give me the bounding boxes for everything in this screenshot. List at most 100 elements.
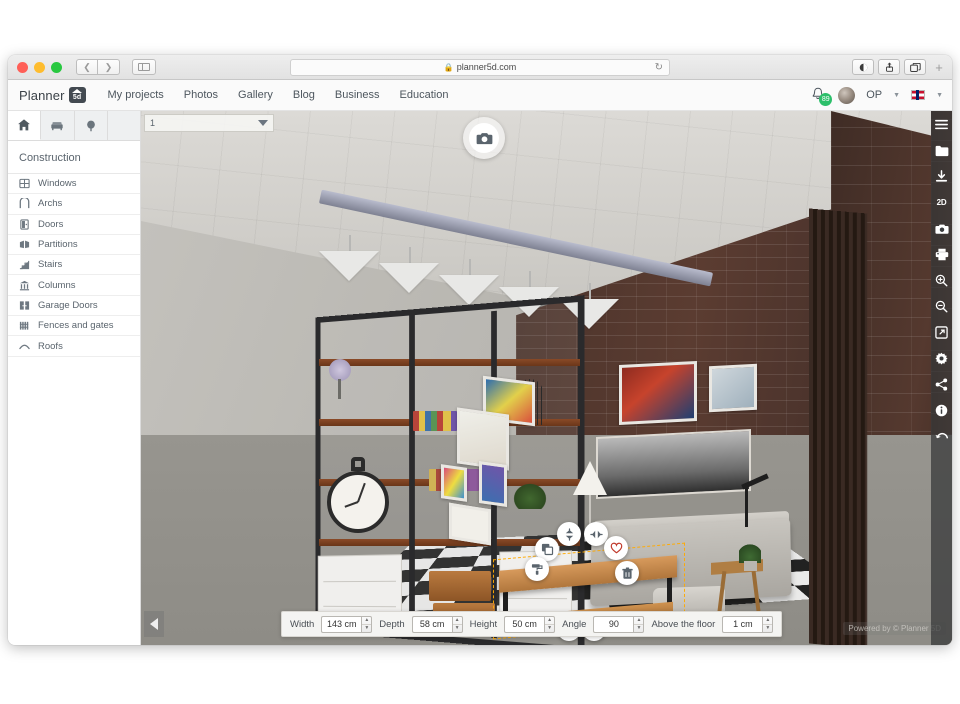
category-archs[interactable]: Archs [8, 194, 140, 214]
tab-outdoor[interactable] [75, 111, 108, 140]
share-icon [885, 62, 894, 72]
nav-item-blog[interactable]: Blog [293, 89, 315, 101]
camera-snapshot-button[interactable] [463, 117, 505, 159]
category-windows[interactable]: Windows [8, 174, 140, 194]
above-floor-stepper[interactable]: ▲▼ [722, 616, 773, 633]
angle-increment[interactable]: ▲ [634, 617, 643, 625]
toolbar-settings-button[interactable] [932, 349, 951, 368]
address-bar[interactable]: 🔒 planner5d.com ↻ [290, 59, 670, 76]
nav-item-education[interactable]: Education [400, 89, 449, 101]
nav-item-business[interactable]: Business [335, 89, 380, 101]
width-decrement[interactable]: ▼ [362, 625, 371, 632]
object-tool-flip-vertical[interactable] [557, 522, 581, 546]
width-stepper[interactable]: ▲▼ [321, 616, 372, 633]
depth-input[interactable] [412, 616, 452, 633]
width-input[interactable] [321, 616, 361, 633]
toolbar-zoom-out-button[interactable] [932, 297, 951, 316]
uk-flag-icon[interactable] [911, 90, 925, 100]
nav-item-my-projects[interactable]: My projects [108, 89, 164, 101]
triangle-down-icon [258, 120, 268, 126]
category-roofs[interactable]: Roofs [8, 336, 140, 356]
maximize-window-button[interactable] [51, 62, 62, 73]
logo-house-icon: 5d [69, 87, 86, 103]
nav-item-gallery[interactable]: Gallery [238, 89, 273, 101]
toolbar-print-button[interactable] [932, 245, 951, 264]
depth-increment[interactable]: ▲ [453, 617, 462, 625]
notifications-button[interactable]: 89 [811, 87, 827, 103]
close-window-button[interactable] [17, 62, 28, 73]
object-tool-delete[interactable] [615, 561, 639, 585]
toolbar-zoom-in-button[interactable] [932, 271, 951, 290]
depth-stepper[interactable]: ▲▼ [412, 616, 463, 633]
toolbar-2d-view-button[interactable]: 2D [932, 193, 951, 212]
floor-selector[interactable]: 1 [144, 114, 274, 132]
browser-window: ❮ ❯ 🔒 planner5d.com ↻ + Planner 5d My pr… [8, 55, 952, 645]
nav-item-photos[interactable]: Photos [184, 89, 218, 101]
toolbar-info-button[interactable] [932, 401, 951, 420]
minimize-window-button[interactable] [34, 62, 45, 73]
toolbar-menu-button[interactable] [932, 115, 951, 134]
new-tab-button[interactable]: + [930, 60, 948, 75]
notification-count-badge: 89 [819, 93, 832, 106]
above-floor-spinner-arrows[interactable]: ▲ ▼ [762, 616, 773, 633]
left-panel-tabs [8, 111, 140, 141]
height-input[interactable] [504, 616, 544, 633]
angle-decrement[interactable]: ▼ [634, 625, 643, 632]
left-panel: Construction Windows Archs Doors Partiti… [8, 111, 141, 645]
collapse-panel-button[interactable] [144, 611, 164, 637]
toolbar-download-button[interactable] [932, 167, 951, 186]
user-menu-chevron-down-icon[interactable]: ▼ [893, 92, 900, 99]
object-tool-paint[interactable] [525, 557, 549, 581]
reload-icon[interactable]: ↻ [655, 62, 663, 73]
height-spinner-arrows[interactable]: ▲ ▼ [544, 616, 555, 633]
reader-view-button[interactable] [852, 59, 874, 75]
right-vertical-toolbar: 2D [931, 111, 952, 645]
user-avatar[interactable] [838, 87, 855, 104]
window-icon [19, 178, 30, 189]
category-label: Garage Doors [38, 300, 98, 311]
show-tabs-button[interactable] [904, 59, 926, 75]
above-floor-decrement[interactable]: ▼ [763, 625, 772, 632]
height-stepper[interactable]: ▲▼ [504, 616, 555, 633]
angle-spinner-arrows[interactable]: ▲ ▼ [633, 616, 644, 633]
toolbar-fullscreen-button[interactable] [932, 323, 951, 342]
width-label: Width [290, 619, 314, 630]
angle-stepper[interactable]: ▲▼ [593, 616, 644, 633]
language-chevron-down-icon[interactable]: ▼ [936, 92, 943, 99]
depth-spinner-arrows[interactable]: ▲ ▼ [452, 616, 463, 633]
height-decrement[interactable]: ▼ [545, 625, 554, 632]
width-spinner-arrows[interactable]: ▲ ▼ [361, 616, 372, 633]
toolbar-share-button[interactable] [932, 375, 951, 394]
toolbar-undo-button[interactable] [932, 427, 951, 446]
object-tool-favorite[interactable] [604, 536, 628, 560]
forward-button[interactable]: ❯ [98, 59, 120, 75]
category-columns[interactable]: Columns [8, 275, 140, 295]
user-name-label[interactable]: OP [866, 89, 882, 101]
category-partitions[interactable]: Partitions [8, 235, 140, 255]
share-button[interactable] [878, 59, 900, 75]
toolbar-projects-button[interactable] [932, 141, 951, 160]
category-garage-doors[interactable]: Garage Doors [8, 296, 140, 316]
camera-icon [476, 131, 493, 146]
depth-decrement[interactable]: ▼ [453, 625, 462, 632]
pendant-lamp [319, 251, 379, 281]
above-floor-input[interactable] [722, 616, 762, 633]
above-floor-increment[interactable]: ▲ [763, 617, 772, 625]
category-stairs[interactable]: Stairs [8, 255, 140, 275]
height-increment[interactable]: ▲ [545, 617, 554, 625]
download-icon [935, 170, 948, 183]
tab-extra[interactable] [108, 111, 140, 140]
width-increment[interactable]: ▲ [362, 617, 371, 625]
angle-input[interactable] [593, 616, 633, 633]
tab-construction[interactable] [8, 111, 41, 140]
roof-icon [19, 341, 30, 352]
planner5d-logo[interactable]: Planner 5d [19, 87, 86, 103]
tab-furniture[interactable] [41, 111, 74, 140]
wall-picture [619, 361, 697, 425]
toolbar-snapshot-button[interactable] [932, 219, 951, 238]
design-viewport-3d[interactable]: 1 Powered by © Planner 5D 2D Width 143 c… [141, 111, 952, 645]
category-doors[interactable]: Doors [8, 215, 140, 235]
category-fences-and-gates[interactable]: Fences and gates [8, 316, 140, 336]
back-button[interactable]: ❮ [76, 59, 98, 75]
sidebar-toggle-button[interactable] [132, 59, 156, 75]
